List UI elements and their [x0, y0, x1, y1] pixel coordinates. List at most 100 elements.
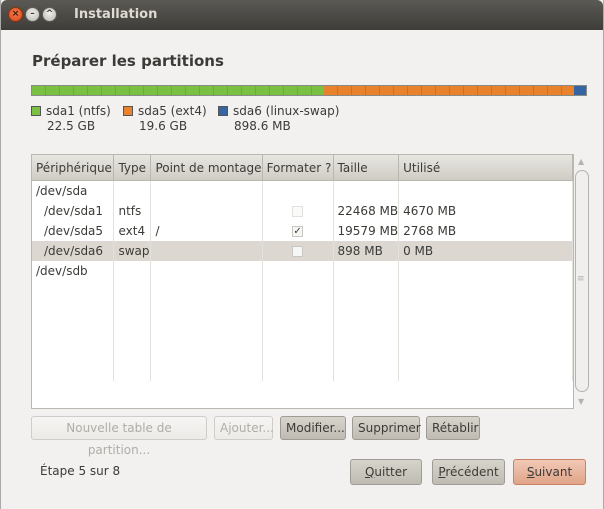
cell-used: [398, 261, 573, 281]
table-row[interactable]: /dev/sda5 ext4/ ✓ 19579 MB 2768 MB: [32, 221, 573, 241]
cell-device: /dev/sda1: [32, 201, 115, 221]
empty-cell: [113, 341, 152, 361]
legend-label: sda1 (ntfs): [46, 104, 111, 118]
empty-cell: [150, 281, 263, 301]
cell-size: 19579 MB: [333, 221, 400, 241]
empty-cell: [398, 301, 573, 321]
format-checkbox[interactable]: [292, 246, 304, 257]
legend-size: 898.6 MB: [234, 119, 291, 133]
cell-mount: [150, 201, 263, 221]
empty-cell: [333, 321, 400, 341]
next-button[interactable]: Suivant: [513, 459, 586, 485]
quit-mnemonic: Q: [364, 465, 375, 479]
scroll-down-icon[interactable]: ▼: [578, 397, 584, 406]
table-row[interactable]: /dev/sda6 swap 898 MB 0 MB: [32, 241, 573, 261]
cell-mount: [150, 241, 263, 261]
cell-used: 4670 MB: [398, 201, 573, 221]
empty-cell: [262, 341, 334, 361]
cell-size: 22468 MB: [333, 201, 400, 221]
cell-type: ext4: [113, 221, 152, 241]
cell-type: [113, 261, 152, 281]
column-header-used[interactable]: Utilisé: [398, 155, 573, 181]
title-bar: × – ^ Installation: [1, 0, 603, 30]
empty-cell: [333, 281, 400, 301]
cell-device: /dev/sda5: [32, 221, 115, 241]
partition-table[interactable]: Périphérique Type Point de montage Forma…: [31, 154, 574, 409]
legend-item: sda1 (ntfs) 22.5 GB: [31, 104, 111, 133]
quit-button[interactable]: Quitter: [350, 459, 422, 485]
cell-size: 898 MB: [333, 241, 400, 261]
cell-mount: [150, 180, 263, 201]
cell-type: [113, 180, 152, 201]
empty-cell: [32, 281, 115, 301]
table-header-row: Périphérique Type Point de montage Forma…: [32, 155, 573, 181]
empty-cell: [262, 361, 334, 381]
partition-segment: [32, 86, 324, 95]
cell-size: [333, 180, 400, 201]
cell-type: ntfs: [113, 201, 152, 221]
empty-cell: [32, 301, 115, 321]
empty-cell: [398, 281, 573, 301]
column-header-device[interactable]: Périphérique: [32, 155, 115, 181]
table-row[interactable]: /dev/sdb: [32, 261, 573, 281]
step-indicator: Étape 5 sur 8: [40, 464, 121, 478]
back-label: récédent: [445, 465, 499, 479]
legend-swatch: [123, 106, 133, 116]
close-icon[interactable]: ×: [8, 7, 23, 22]
delete-partition-button[interactable]: Supprimer: [352, 416, 421, 440]
empty-cell: [333, 361, 400, 381]
new-partition-table-button[interactable]: Nouvelle table de partition...: [31, 416, 207, 457]
empty-row: [32, 321, 573, 341]
empty-cell: [398, 321, 573, 341]
partition-segment: [323, 86, 575, 95]
empty-cell: [398, 361, 573, 381]
empty-cell: [150, 361, 263, 381]
table-row[interactable]: /dev/sda1 ntfs 22468 MB 4670 MB: [32, 201, 573, 221]
empty-cell: [150, 321, 263, 341]
column-header-mount[interactable]: Point de montage: [150, 155, 263, 181]
empty-cell: [113, 361, 152, 381]
column-header-format[interactable]: Formater ?: [262, 155, 334, 181]
legend-label: sda5 (ext4): [138, 104, 207, 118]
scroll-up-icon[interactable]: ▲: [578, 157, 584, 166]
empty-row: [32, 341, 573, 361]
empty-cell: [113, 321, 152, 341]
empty-cell: [32, 321, 115, 341]
column-header-size[interactable]: Taille: [333, 155, 400, 181]
empty-cell: [262, 321, 334, 341]
table-row[interactable]: /dev/sda: [32, 180, 573, 201]
format-checkbox: [292, 206, 304, 217]
quit-label: uitter: [374, 465, 408, 479]
scroll-grip-icon: ≡: [577, 274, 585, 284]
cell-used: 0 MB: [398, 241, 573, 261]
cell-used: 2768 MB: [398, 221, 573, 241]
empty-cell: [150, 341, 263, 361]
cell-mount: /: [150, 221, 263, 241]
maximize-icon[interactable]: ^: [42, 7, 57, 22]
legend-size: 22.5 GB: [47, 119, 96, 133]
legend-swatch: [31, 106, 41, 116]
cell-device: /dev/sdb: [32, 261, 115, 281]
empty-cell: [398, 341, 573, 361]
empty-row: [32, 301, 573, 321]
empty-cell: [150, 301, 263, 321]
format-checkbox[interactable]: ✓: [292, 226, 304, 237]
table-scrollbar[interactable]: ▲ ≡ ▼: [574, 154, 591, 409]
cell-mount: [150, 261, 263, 281]
back-button[interactable]: Précédent: [432, 459, 505, 485]
add-partition-button[interactable]: Ajouter...: [214, 416, 274, 440]
revert-button[interactable]: Rétablir: [426, 416, 480, 440]
empty-cell: [333, 341, 400, 361]
legend-label: sda6 (linux-swap): [233, 104, 340, 118]
empty-cell: [32, 341, 115, 361]
minimize-icon[interactable]: –: [25, 7, 40, 22]
column-header-type[interactable]: Type: [113, 155, 152, 181]
partition-segment: [574, 86, 586, 95]
cell-used: [398, 180, 573, 201]
modify-partition-button[interactable]: Modifier...: [280, 416, 346, 440]
next-label: uivant: [534, 465, 573, 479]
format-cell: [262, 241, 334, 261]
cell-device: /dev/sda6: [32, 241, 115, 261]
empty-cell: [333, 301, 400, 321]
window-title: Installation: [74, 7, 158, 22]
